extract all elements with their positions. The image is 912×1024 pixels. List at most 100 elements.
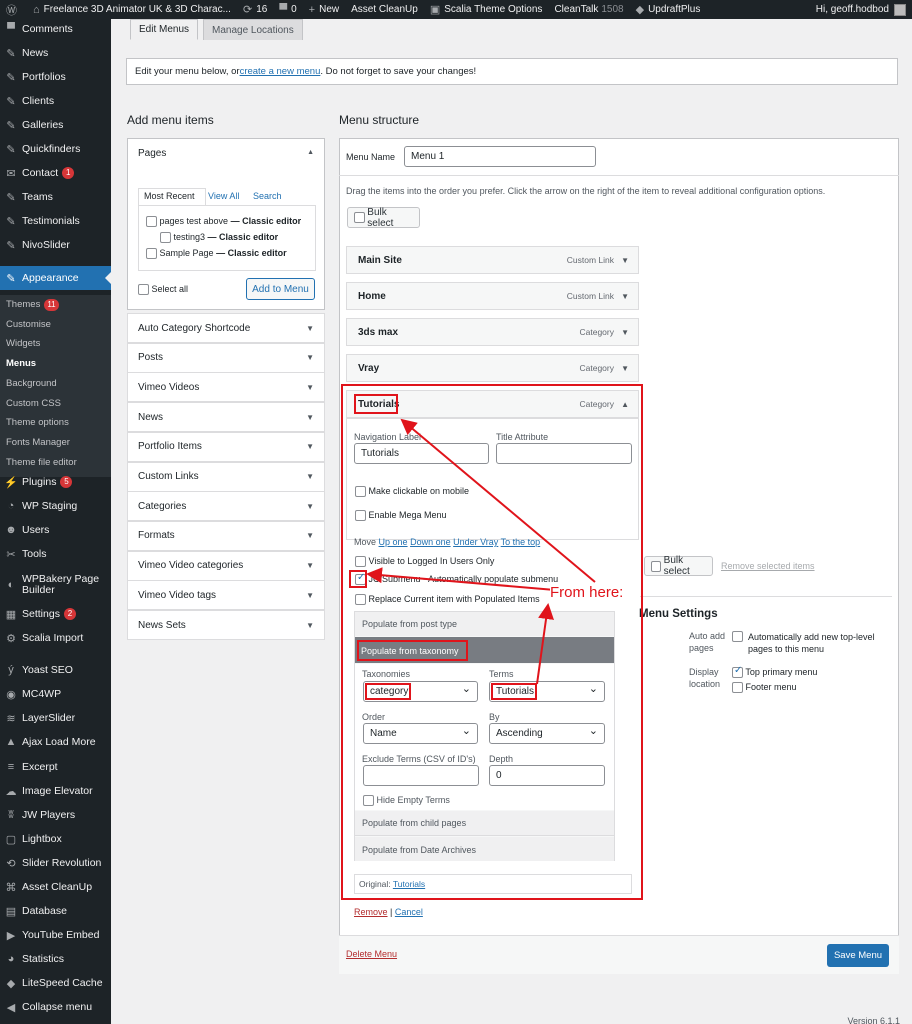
sidebar-item-news[interactable]: ✎ News: [0, 41, 111, 65]
accordion-news[interactable]: News ▼: [127, 402, 325, 433]
updates-link[interactable]: ⟳ 16: [237, 0, 273, 19]
submenu-item-theme-options[interactable]: Theme options: [0, 413, 111, 432]
accordion-auto-category-shortcode[interactable]: Auto Category Shortcode ▼: [127, 313, 325, 343]
sidebar-item-portfolios[interactable]: ✎ Portfolios: [0, 65, 111, 89]
annotation-terms-box: [491, 683, 537, 700]
remove-link[interactable]: Remove: [354, 907, 388, 917]
sidebar-item-comments[interactable]: ▀ Comments: [0, 17, 111, 41]
sidebar-item-collapse-menu[interactable]: ◀ Collapse menu: [0, 995, 111, 1019]
menu-item-home[interactable]: Home Custom Link ▼: [346, 282, 639, 310]
submenu-item-background[interactable]: Background: [0, 374, 111, 393]
sidebar-item-wp-staging[interactable]: ◔ WP Staging: [0, 494, 111, 518]
location-footer[interactable]: Footer menu: [732, 682, 797, 694]
submenu-item-themes[interactable]: Themes 11: [0, 295, 111, 314]
sidebar-item-appearance[interactable]: ✎ Appearance: [0, 266, 111, 290]
cleantalk-link[interactable]: CleanTalk 1508: [548, 0, 629, 19]
collapse-up-icon[interactable]: ▲: [307, 149, 314, 156]
sidebar-item-mc4wp[interactable]: ◉ MC4WP: [0, 682, 111, 706]
submenu-item-customise[interactable]: Customise: [0, 315, 111, 334]
accordion-formats[interactable]: Formats ▼: [127, 520, 325, 551]
sidebar-item-youtube-embed[interactable]: ▶ YouTube Embed: [0, 923, 111, 947]
page-option[interactable]: testing3 — Classic editor: [160, 232, 278, 244]
menu-footer: [339, 935, 899, 974]
accordion-vimeo-video-categories[interactable]: Vimeo Video categories ▼: [127, 550, 325, 581]
users-icon: ☻: [5, 524, 17, 536]
sidebar-item-slider-revolution[interactable]: ⟲ Slider Revolution: [0, 851, 111, 875]
sidebar-item-settings[interactable]: ▦ Settings 2: [0, 602, 111, 626]
sidebar-item-ajax-load-more[interactable]: ▲ Ajax Load More: [0, 730, 111, 754]
sidebar-item-excerpt[interactable]: ≡ Excerpt: [0, 755, 111, 779]
tab-manage-locations[interactable]: Manage Locations: [203, 19, 303, 40]
sidebar-item-teams[interactable]: ✎ Teams: [0, 185, 111, 209]
sidebar-item-testimonials[interactable]: ✎ Testimonials: [0, 209, 111, 233]
accordion-news-sets[interactable]: News Sets ▼: [127, 610, 325, 640]
sidebar-item-tools[interactable]: ✂ Tools: [0, 542, 111, 566]
sidebar-item-layerslider[interactable]: ≋ LayerSlider: [0, 706, 111, 730]
accordion-portfolio-items[interactable]: Portfolio Items ▼: [127, 431, 325, 462]
submenu-item-theme-file-editor[interactable]: Theme file editor: [0, 453, 111, 472]
bulk-select-bottom-button[interactable]: Bulk select: [644, 555, 713, 577]
sidebar-item-lightbox[interactable]: ▢ Lightbox: [0, 827, 111, 851]
menu-item-vray[interactable]: Vray Category ▼: [346, 354, 639, 382]
expand-icon[interactable]: ▼: [621, 328, 629, 337]
expand-icon[interactable]: ▼: [621, 292, 629, 301]
sidebar-item-wpbakery-page-builder[interactable]: ◐ WPBakery Page Builder: [0, 573, 111, 597]
sidebar-item-image-elevator[interactable]: ☁ Image Elevator: [0, 779, 111, 803]
page-option[interactable]: pages test above — Classic editor: [146, 216, 301, 228]
asset-cleanup-link[interactable]: Asset CleanUp: [345, 0, 424, 19]
menu-name-input[interactable]: Menu 1: [404, 146, 596, 167]
sidebar-item-quickfinders[interactable]: ✎ Quickfinders: [0, 137, 111, 161]
sidebar-item-clients[interactable]: ✎ Clients: [0, 89, 111, 113]
tab-most-recent[interactable]: Most Recent: [144, 191, 195, 201]
sidebar-item-database[interactable]: ▤ Database: [0, 899, 111, 923]
lightbox-icon: ▢: [5, 833, 17, 846]
sidebar-item-litespeed-cache[interactable]: ◆ LiteSpeed Cache: [0, 971, 111, 995]
sidebar-item-galleries[interactable]: ✎ Galleries: [0, 113, 111, 137]
remove-selected-link[interactable]: Remove selected items: [721, 561, 815, 571]
sidebar-item-label: Ajax Load More: [22, 736, 96, 748]
annotation-tutorials-box: [354, 394, 398, 414]
scalia-options-link[interactable]: ▣ Scalia Theme Options: [424, 0, 549, 19]
submenu-item-fonts-manager[interactable]: Fonts Manager: [0, 433, 111, 452]
comments-link[interactable]: ▀ 0: [273, 0, 302, 19]
add-to-menu-button[interactable]: Add to Menu: [246, 278, 315, 300]
accordion-categories[interactable]: Categories ▼: [127, 491, 325, 522]
accordion-custom-links[interactable]: Custom Links ▼: [127, 461, 325, 492]
accordion-vimeo-video-tags[interactable]: Vimeo Video tags ▼: [127, 580, 325, 611]
page-option[interactable]: Sample Page — Classic editor: [146, 248, 287, 260]
new-content-link[interactable]: + New: [303, 0, 345, 19]
sidebar-item-plugins[interactable]: ⚡ Plugins 5: [0, 470, 111, 494]
save-menu-button[interactable]: Save Menu: [827, 944, 889, 967]
updraft-link[interactable]: ◆ UpdraftPlus: [630, 0, 707, 19]
sidebar-item-nivoslider[interactable]: ✎ NivoSlider: [0, 233, 111, 257]
sidebar-item-label: LiteSpeed Cache: [22, 977, 103, 989]
select-all-checkbox[interactable]: Select all: [138, 284, 188, 296]
tab-view-all[interactable]: View All: [208, 191, 239, 201]
expand-icon[interactable]: ▼: [621, 364, 629, 373]
sidebar-item-contact[interactable]: ✉ Contact 1: [0, 161, 111, 185]
menu-item-3ds-max[interactable]: 3ds max Category ▼: [346, 318, 639, 346]
sidebar-item-asset-cleanup[interactable]: ⌘ Asset CleanUp: [0, 875, 111, 899]
accordion-posts[interactable]: Posts ▼: [127, 342, 325, 373]
tab-search[interactable]: Search: [253, 191, 282, 201]
menu-item-main-site[interactable]: Main Site Custom Link ▼: [346, 246, 639, 274]
location-top-primary[interactable]: Top primary menu: [732, 665, 817, 679]
bulk-select-button[interactable]: Bulk select: [347, 207, 420, 229]
accordion-vimeo-videos[interactable]: Vimeo Videos ▼: [127, 372, 325, 403]
auto-add-checkbox[interactable]: [732, 631, 743, 642]
sidebar-item-users[interactable]: ☻ Users: [0, 518, 111, 542]
sidebar-item-scalia-import[interactable]: ⚙ Scalia Import: [0, 626, 111, 650]
create-menu-link[interactable]: create a new menu: [240, 66, 321, 77]
sidebar-item-yoast-seo[interactable]: ý Yoast SEO: [0, 658, 111, 682]
sidebar-item-statistics[interactable]: ◕ Statistics: [0, 947, 111, 971]
cancel-link[interactable]: Cancel: [395, 907, 423, 917]
submenu-item-menus[interactable]: Menus: [0, 354, 111, 373]
my-account-link[interactable]: Hi, geoff.hodbod: [816, 0, 906, 19]
sidebar-item-jw-players[interactable]: ʬ JW Players: [0, 803, 111, 827]
tab-edit-menus[interactable]: Edit Menus: [130, 19, 199, 40]
submenu-item-widgets[interactable]: Widgets: [0, 334, 111, 353]
scalia-icon: ▣: [429, 4, 441, 16]
expand-icon[interactable]: ▼: [621, 256, 629, 265]
delete-menu-link[interactable]: Delete Menu: [346, 949, 397, 959]
submenu-item-custom-css[interactable]: Custom CSS: [0, 394, 111, 413]
